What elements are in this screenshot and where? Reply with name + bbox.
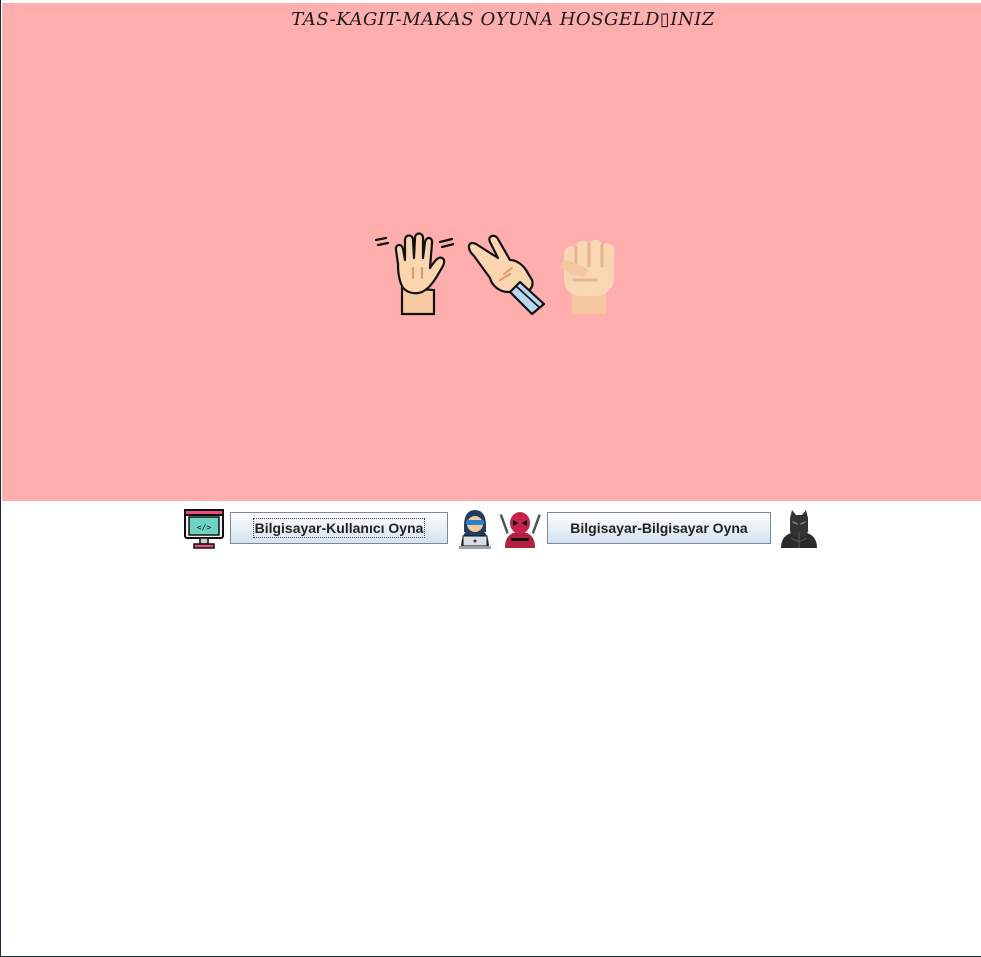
computer-monitor-icon: </> <box>184 509 224 549</box>
computer-vs-computer-label: Bilgisayar-Bilgisayar Oyna <box>570 520 748 536</box>
welcome-title: TAS-KAGIT-MAKAS OYUNA HOSGELD▯INIZ <box>291 9 715 30</box>
black-panther-icon <box>781 510 817 548</box>
welcome-panel: TAS-KAGIT-MAKAS OYUNA HOSGELD▯INIZ <box>2 3 981 501</box>
scissors-hand-icon <box>467 234 546 316</box>
svg-text:</>: </> <box>197 523 212 532</box>
mode-control-bar: </> Bilgisayar-Kullanıcı Oyna Bilgisayar… <box>2 501 981 557</box>
paper-hand-icon <box>374 232 454 316</box>
game-window: TAS-KAGIT-MAKAS OYUNA HOSGELD▯INIZ </> B… <box>0 0 981 957</box>
hands-illustration <box>372 228 632 323</box>
hacker-laptop-icon <box>459 510 491 549</box>
computer-vs-user-button[interactable]: Bilgisayar-Kullanıcı Oyna <box>230 512 448 544</box>
computer-vs-computer-button[interactable]: Bilgisayar-Bilgisayar Oyna <box>547 512 771 544</box>
deadpool-icon <box>499 512 541 548</box>
rock-fist-icon <box>561 239 615 314</box>
computer-vs-user-label: Bilgisayar-Kullanıcı Oyna <box>252 518 426 538</box>
